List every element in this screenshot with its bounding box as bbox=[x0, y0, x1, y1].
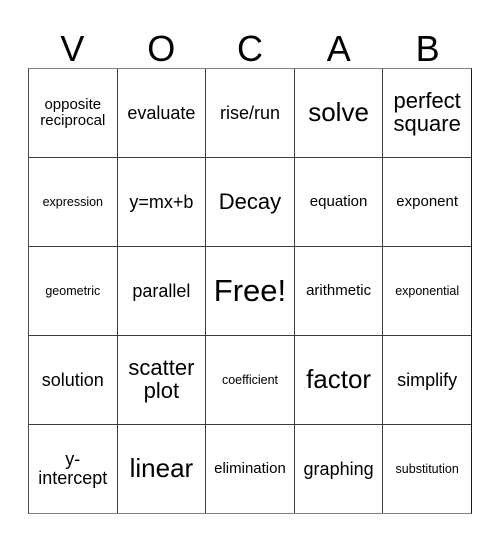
bingo-cell[interactable]: elimination bbox=[205, 425, 294, 513]
bingo-free-space[interactable]: Free! bbox=[205, 247, 294, 335]
bingo-cell[interactable]: expression bbox=[29, 158, 117, 246]
bingo-cell[interactable]: solve bbox=[293, 69, 383, 157]
bingo-cell[interactable]: perfect square bbox=[382, 69, 471, 157]
bingo-cell[interactable]: substitution bbox=[382, 425, 471, 513]
bingo-row: y-intercept linear elimination graphing subs… bbox=[29, 424, 471, 513]
bingo-cell[interactable]: exponent bbox=[382, 158, 471, 246]
bingo-row: expression y=mx+b Decay equation exponent bbox=[29, 157, 471, 246]
bingo-cell[interactable]: parallel bbox=[116, 247, 206, 335]
bingo-cell[interactable]: equation bbox=[293, 158, 383, 246]
bingo-header-letter-1: V bbox=[60, 28, 85, 69]
bingo-row: opposite reciprocal evaluate rise/run solve… bbox=[29, 69, 471, 157]
bingo-cell[interactable]: y-intercept bbox=[29, 425, 117, 513]
bingo-cell[interactable]: graphing bbox=[293, 425, 383, 513]
bingo-header-letter-5: B bbox=[415, 28, 440, 69]
bingo-cell[interactable]: geometric bbox=[29, 247, 117, 335]
bingo-header-letter-3: C bbox=[236, 28, 263, 69]
bingo-cell[interactable]: Decay bbox=[205, 158, 294, 246]
bingo-cell[interactable]: arithmetic bbox=[293, 247, 383, 335]
bingo-cell[interactable]: coefficient bbox=[205, 336, 294, 424]
bingo-cell[interactable]: factor bbox=[293, 336, 383, 424]
bingo-card: V O C A B opposite reciprocal evaluate rise/ru… bbox=[0, 0, 500, 544]
bingo-header: VOCAB bbox=[28, 24, 472, 68]
bingo-cell[interactable]: y=mx+b bbox=[116, 158, 206, 246]
bingo-cell[interactable]: linear bbox=[116, 425, 206, 513]
bingo-cell[interactable]: rise/run bbox=[205, 69, 294, 157]
bingo-header-letter-2: O bbox=[147, 28, 176, 69]
bingo-cell[interactable]: scatter plot bbox=[116, 336, 206, 424]
bingo-cell[interactable]: opposite reciprocal bbox=[29, 69, 117, 157]
bingo-row: solution scatter plot coefficient factor sim… bbox=[29, 335, 471, 424]
bingo-cell[interactable]: evaluate bbox=[116, 69, 206, 157]
bingo-cell[interactable]: exponential bbox=[382, 247, 471, 335]
bingo-cell[interactable]: simplify bbox=[382, 336, 471, 424]
bingo-grid: opposite reciprocal evaluate rise/run solve… bbox=[28, 68, 472, 514]
bingo-row: geometric parallel Free! arithmetic exponent… bbox=[29, 246, 471, 335]
bingo-header-letter-4: A bbox=[326, 28, 351, 69]
bingo-cell[interactable]: solution bbox=[29, 336, 117, 424]
